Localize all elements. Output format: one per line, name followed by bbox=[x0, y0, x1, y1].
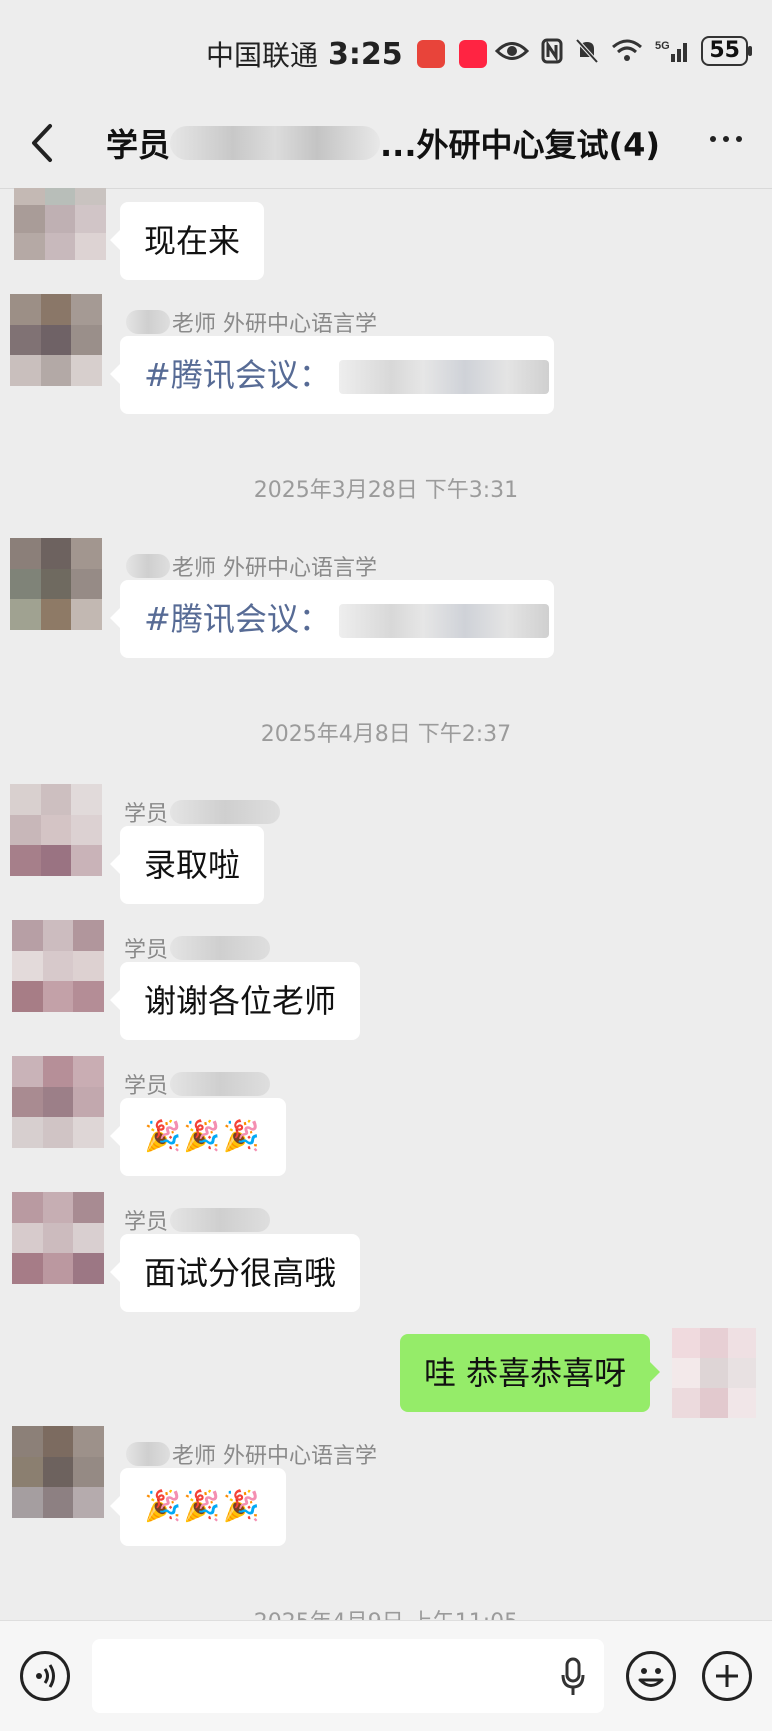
sender-redacted bbox=[170, 1208, 271, 1232]
meeting-link-bubble[interactable]: #腾讯会议： bbox=[110, 580, 554, 658]
sender-redacted bbox=[170, 1072, 271, 1096]
emoji-icon[interactable] bbox=[626, 1651, 676, 1701]
svg-text:5G: 5G bbox=[655, 40, 670, 52]
sender-name: 老师 外研中心语言学 bbox=[126, 550, 377, 582]
meeting-link-text[interactable]: #腾讯会议： bbox=[144, 600, 331, 638]
meeting-redacted bbox=[338, 360, 549, 394]
eye-icon bbox=[495, 42, 530, 60]
mute-bell-icon bbox=[575, 38, 599, 64]
clock: 3:25 bbox=[328, 36, 403, 72]
avatar[interactable] bbox=[10, 538, 102, 630]
avatar[interactable] bbox=[12, 920, 104, 1012]
self-message-bubble[interactable]: 哇 恭喜恭喜呀 bbox=[400, 1334, 661, 1412]
message-bubble[interactable]: 谢谢各位老师 bbox=[109, 962, 361, 1040]
message-bubble[interactable]: 面试分很高哦 bbox=[109, 1234, 361, 1312]
plus-icon[interactable] bbox=[702, 1651, 752, 1701]
sender-redacted bbox=[170, 800, 281, 824]
timestamp: 2025年4月9日 上午11:05 bbox=[0, 1604, 772, 1620]
title-redacted bbox=[170, 126, 381, 160]
xiaohongshu-app-icon bbox=[458, 40, 487, 68]
sender-name: 学员 bbox=[124, 1204, 271, 1236]
title-suffix: ...外研中心复试(4) bbox=[380, 126, 661, 164]
meeting-link-bubble[interactable]: #腾讯会议： bbox=[110, 336, 554, 414]
chat-title: 学员 ...外研中心复试(4) bbox=[106, 118, 706, 168]
sender-redacted bbox=[126, 1442, 170, 1466]
voice-icon[interactable] bbox=[20, 1651, 70, 1701]
sender-prefix: 学员 bbox=[124, 1210, 169, 1235]
avatar[interactable] bbox=[10, 784, 102, 876]
status-bar: 中国联通 3:25 5G 55 bbox=[0, 0, 772, 100]
avatar[interactable] bbox=[12, 1056, 104, 1148]
sender-name: 学员 bbox=[124, 796, 281, 828]
avatar[interactable] bbox=[12, 1426, 104, 1518]
sender-prefix: 学员 bbox=[124, 938, 169, 963]
sender-name: 学员 bbox=[124, 932, 271, 964]
chat-header: 学员 ...外研中心复试(4) bbox=[0, 100, 772, 189]
self-avatar[interactable] bbox=[672, 1328, 756, 1418]
avatar[interactable] bbox=[12, 1192, 104, 1284]
avatar[interactable] bbox=[14, 188, 106, 260]
sender-redacted bbox=[126, 554, 170, 578]
title-prefix: 学员 bbox=[106, 126, 171, 164]
input-bar bbox=[0, 1620, 772, 1731]
sender-suffix: 老师 外研中心语言学 bbox=[172, 312, 377, 337]
sender-suffix: 老师 外研中心语言学 bbox=[172, 556, 377, 581]
timestamp: 2025年3月28日 下午3:31 bbox=[253, 478, 519, 503]
message-list[interactable]: 现在来 老师 外研中心语言学 #腾讯会议： 2025年3月28日 下午3:31 … bbox=[0, 188, 772, 1620]
meeting-link-text[interactable]: #腾讯会议： bbox=[144, 356, 331, 394]
carrier-name: 中国联通 bbox=[206, 39, 319, 72]
message-input[interactable] bbox=[92, 1639, 604, 1713]
sender-redacted bbox=[170, 936, 271, 960]
more-options-icon[interactable] bbox=[710, 136, 742, 142]
signal-5g-icon: 5G bbox=[655, 40, 688, 62]
sender-name: 学员 bbox=[124, 1068, 271, 1100]
nfc-icon bbox=[541, 38, 563, 64]
avatar[interactable] bbox=[10, 294, 102, 386]
wifi-icon bbox=[612, 39, 643, 61]
status-right: 5G 55 bbox=[495, 36, 752, 66]
meeting-redacted bbox=[338, 604, 549, 638]
sender-prefix: 学员 bbox=[124, 1074, 169, 1099]
mic-icon[interactable] bbox=[560, 1657, 586, 1697]
emoji-message-bubble[interactable]: 🎉🎉🎉 bbox=[109, 1468, 287, 1546]
timestamp: 2025年4月8日 下午2:37 bbox=[260, 722, 512, 747]
sender-redacted bbox=[126, 310, 170, 334]
sender-suffix: 老师 外研中心语言学 bbox=[172, 1444, 377, 1469]
status-left: 中国联通 3:25 bbox=[206, 34, 487, 74]
huawei-app-icon bbox=[416, 40, 445, 68]
sender-name: 老师 外研中心语言学 bbox=[126, 1438, 377, 1470]
sender-prefix: 学员 bbox=[124, 802, 169, 827]
message-bubble[interactable]: 现在来 bbox=[109, 202, 265, 280]
emoji-message-bubble[interactable]: 🎉🎉🎉 bbox=[109, 1098, 287, 1176]
back-arrow-icon[interactable] bbox=[22, 118, 62, 168]
sender-name: 老师 外研中心语言学 bbox=[126, 306, 377, 338]
message-bubble[interactable]: 录取啦 bbox=[109, 826, 265, 904]
battery-indicator: 55 bbox=[701, 36, 752, 66]
